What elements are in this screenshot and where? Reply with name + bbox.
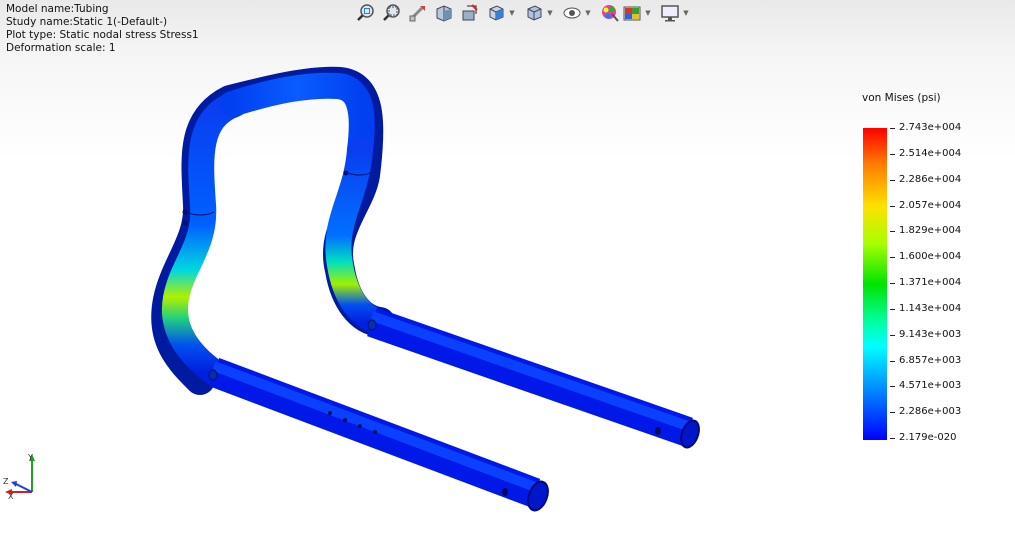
colorbar-tick-label: 1.600e+004 [899,251,962,263]
colorbar-tick-label: 1.371e+004 [899,277,962,288]
colorbar-tick-mark [890,334,895,336]
triad-x-label: X [8,492,14,500]
colorbar-tick-mark [890,257,895,259]
colorbar-tick-label: 2.179e-020 [899,432,957,443]
colorbar-tick-label: 2.514e+004 [899,147,962,159]
colorbar-tick-mark [890,128,895,129]
colorbar-tick-mark [890,386,895,388]
colorbar-tick-mark [890,412,895,414]
colorbar-tick-label: 6.857e+003 [899,354,962,366]
colorbar-tick-label: 2.743e+004 [899,122,962,133]
colorbar-tick-label: 9.143e+003 [899,328,962,340]
triad-z-label: Z [3,477,9,486]
tube-right-leg [367,307,693,447]
coordinate-triad-icon: Y Z X [3,453,35,500]
colorbar-tick-mark [890,153,895,155]
colorbar-tick-label: 1.143e+004 [899,302,962,314]
colorbar-tick-label: 4.571e+003 [899,380,962,392]
stress-colorbar [863,128,887,440]
colorbar-tick-mark [890,231,895,233]
legend-title: von Mises (psi) [862,92,941,104]
colorbar-tick-label: 2.286e+004 [899,173,962,185]
colorbar-tick-mark [890,308,895,310]
colorbar-tick-mark [890,283,895,284]
tube-top-bar [219,72,375,163]
colorbar-tick-mark [890,360,895,362]
colorbar-tick-label: 2.057e+004 [899,199,962,211]
colorbar-tick-label: 1.829e+004 [899,225,962,237]
colorbar-tick-mark [890,438,895,439]
colorbar-tick-label: 2.286e+003 [899,406,962,418]
colorbar-tick-mark [890,179,895,181]
colorbar-tick-mark [890,205,895,207]
triad-y-label: Y [27,453,33,462]
